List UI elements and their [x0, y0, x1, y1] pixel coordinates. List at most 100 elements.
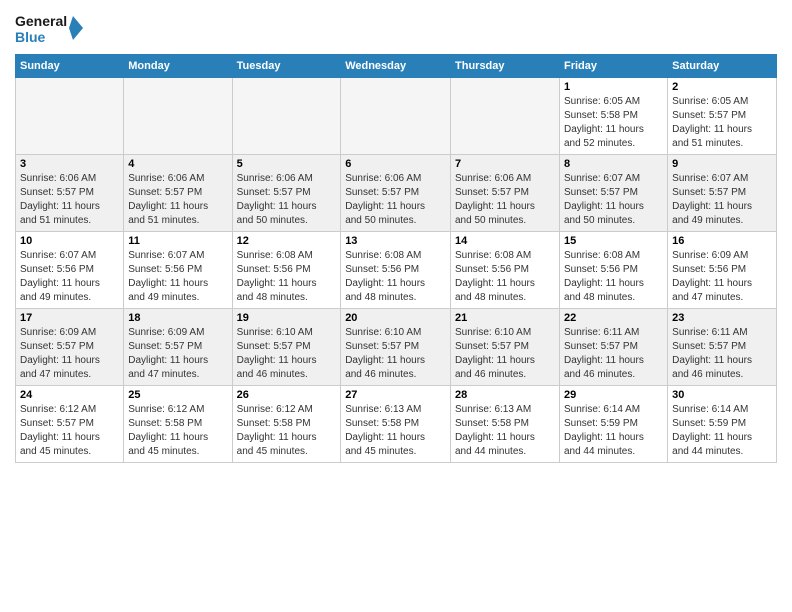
calendar-cell: 11 Sunrise: 6:07 AM Sunset: 5:56 PM Dayli…	[124, 232, 232, 309]
day-number: 17	[20, 312, 119, 324]
day-number: 25	[128, 389, 227, 401]
day-number: 26	[237, 389, 337, 401]
day-number: 7	[455, 158, 555, 170]
calendar-cell: 18Sunrise: 6:09 AM Sunset: 5:57 PM Dayli…	[124, 309, 232, 386]
calendar-week-row: 1 Sunrise: 6:05 AM Sunset: 5:58 PM Daylig…	[16, 78, 777, 155]
day-number: 15	[564, 235, 663, 247]
calendar-cell: 14 Sunrise: 6:08 AM Sunset: 5:56 PM Dayli…	[451, 232, 560, 309]
day-info: Sunrise: 6:09 AM Sunset: 5:56 PM Dayligh…	[672, 249, 772, 305]
day-info: Sunrise: 6:06 AM Sunset: 5:57 PM Dayligh…	[20, 172, 119, 228]
day-info: Sunrise: 6:05 AM Sunset: 5:58 PM Dayligh…	[564, 95, 663, 151]
day-number: 12	[237, 235, 337, 247]
day-info: Sunrise: 6:05 AM Sunset: 5:57 PM Dayligh…	[672, 95, 772, 151]
calendar-day-header: Sunday	[16, 55, 124, 78]
calendar-cell	[124, 78, 232, 155]
calendar-cell: 26 Sunrise: 6:12 AM Sunset: 5:58 PM Dayli…	[232, 386, 341, 463]
calendar-cell: 15 Sunrise: 6:08 AM Sunset: 5:56 PM Dayli…	[559, 232, 667, 309]
calendar-day-header: Thursday	[451, 55, 560, 78]
page: General Blue SundayMondayTuesdayWednesda…	[0, 0, 792, 612]
header: General Blue	[15, 10, 777, 46]
day-info: Sunrise: 6:09 AM Sunset: 5:57 PM Dayligh…	[20, 326, 119, 382]
day-info: Sunrise: 6:11 AM Sunset: 5:57 PM Dayligh…	[564, 326, 663, 382]
day-info: Sunrise: 6:14 AM Sunset: 5:59 PM Dayligh…	[564, 403, 663, 459]
day-number: 29	[564, 389, 663, 401]
day-info: Sunrise: 6:11 AM Sunset: 5:57 PM Dayligh…	[672, 326, 772, 382]
day-number: 20	[345, 312, 446, 324]
calendar-day-header: Monday	[124, 55, 232, 78]
day-number: 10	[20, 235, 119, 247]
calendar-day-header: Saturday	[668, 55, 777, 78]
day-info: Sunrise: 6:07 AM Sunset: 5:56 PM Dayligh…	[20, 249, 119, 305]
calendar-week-row: 3 Sunrise: 6:06 AM Sunset: 5:57 PM Daylig…	[16, 155, 777, 232]
day-info: Sunrise: 6:08 AM Sunset: 5:56 PM Dayligh…	[345, 249, 446, 305]
day-number: 24	[20, 389, 119, 401]
day-info: Sunrise: 6:12 AM Sunset: 5:58 PM Dayligh…	[128, 403, 227, 459]
day-info: Sunrise: 6:07 AM Sunset: 5:56 PM Dayligh…	[128, 249, 227, 305]
calendar-cell: 13 Sunrise: 6:08 AM Sunset: 5:56 PM Dayli…	[341, 232, 451, 309]
calendar-cell: 8 Sunrise: 6:07 AM Sunset: 5:57 PM Daylig…	[559, 155, 667, 232]
day-info: Sunrise: 6:08 AM Sunset: 5:56 PM Dayligh…	[455, 249, 555, 305]
day-info: Sunrise: 6:13 AM Sunset: 5:58 PM Dayligh…	[345, 403, 446, 459]
calendar-cell: 3 Sunrise: 6:06 AM Sunset: 5:57 PM Daylig…	[16, 155, 124, 232]
day-info: Sunrise: 6:10 AM Sunset: 5:57 PM Dayligh…	[455, 326, 555, 382]
day-info: Sunrise: 6:13 AM Sunset: 5:58 PM Dayligh…	[455, 403, 555, 459]
day-info: Sunrise: 6:08 AM Sunset: 5:56 PM Dayligh…	[237, 249, 337, 305]
calendar-cell: 22 Sunrise: 6:11 AM Sunset: 5:57 PM Dayli…	[559, 309, 667, 386]
logo: General Blue	[15, 10, 85, 46]
day-number: 8	[564, 158, 663, 170]
calendar-cell: 1 Sunrise: 6:05 AM Sunset: 5:58 PM Daylig…	[559, 78, 667, 155]
calendar-day-header: Wednesday	[341, 55, 451, 78]
calendar-cell: 10 Sunrise: 6:07 AM Sunset: 5:56 PM Dayli…	[16, 232, 124, 309]
day-number: 16	[672, 235, 772, 247]
calendar-cell: 21 Sunrise: 6:10 AM Sunset: 5:57 PM Dayli…	[451, 309, 560, 386]
calendar-cell: 25 Sunrise: 6:12 AM Sunset: 5:58 PM Dayli…	[124, 386, 232, 463]
day-info: Sunrise: 6:07 AM Sunset: 5:57 PM Dayligh…	[564, 172, 663, 228]
day-number: 22	[564, 312, 663, 324]
calendar-table: SundayMondayTuesdayWednesdayThursdayFrid…	[15, 54, 777, 463]
calendar-cell: 24 Sunrise: 6:12 AM Sunset: 5:57 PM Dayli…	[16, 386, 124, 463]
calendar-day-header: Tuesday	[232, 55, 341, 78]
day-number: 11	[128, 235, 227, 247]
calendar-cell: 19 Sunrise: 6:10 AM Sunset: 5:57 PM Dayli…	[232, 309, 341, 386]
calendar-cell: 5Sunrise: 6:06 AM Sunset: 5:57 PM Daylig…	[232, 155, 341, 232]
day-info: Sunrise: 6:06 AM Sunset: 5:57 PM Dayligh…	[345, 172, 446, 228]
calendar-cell: 4 Sunrise: 6:06 AM Sunset: 5:57 PM Daylig…	[124, 155, 232, 232]
calendar-cell	[341, 78, 451, 155]
day-info: Sunrise: 6:12 AM Sunset: 5:57 PM Dayligh…	[20, 403, 119, 459]
day-number: 21	[455, 312, 555, 324]
calendar-cell: 2Sunrise: 6:05 AM Sunset: 5:57 PM Daylig…	[668, 78, 777, 155]
calendar-cell: 17 Sunrise: 6:09 AM Sunset: 5:57 PM Dayli…	[16, 309, 124, 386]
day-number: 1	[564, 81, 663, 93]
calendar-cell	[232, 78, 341, 155]
day-info: Sunrise: 6:10 AM Sunset: 5:57 PM Dayligh…	[237, 326, 337, 382]
calendar-week-row: 24 Sunrise: 6:12 AM Sunset: 5:57 PM Dayli…	[16, 386, 777, 463]
calendar-header-row: SundayMondayTuesdayWednesdayThursdayFrid…	[16, 55, 777, 78]
calendar-week-row: 10 Sunrise: 6:07 AM Sunset: 5:56 PM Dayli…	[16, 232, 777, 309]
day-info: Sunrise: 6:06 AM Sunset: 5:57 PM Dayligh…	[128, 172, 227, 228]
day-info: Sunrise: 6:14 AM Sunset: 5:59 PM Dayligh…	[672, 403, 772, 459]
day-info: Sunrise: 6:10 AM Sunset: 5:57 PM Dayligh…	[345, 326, 446, 382]
day-number: 28	[455, 389, 555, 401]
day-info: Sunrise: 6:09 AM Sunset: 5:57 PM Dayligh…	[128, 326, 227, 382]
calendar-cell: 28 Sunrise: 6:13 AM Sunset: 5:58 PM Dayli…	[451, 386, 560, 463]
day-info: Sunrise: 6:07 AM Sunset: 5:57 PM Dayligh…	[672, 172, 772, 228]
calendar-cell: 7Sunrise: 6:06 AM Sunset: 5:57 PM Daylig…	[451, 155, 560, 232]
day-info: Sunrise: 6:08 AM Sunset: 5:56 PM Dayligh…	[564, 249, 663, 305]
calendar-cell: 20 Sunrise: 6:10 AM Sunset: 5:57 PM Dayli…	[341, 309, 451, 386]
day-number: 13	[345, 235, 446, 247]
logo-svg: General Blue	[15, 10, 85, 46]
day-number: 23	[672, 312, 772, 324]
calendar-cell: 9 Sunrise: 6:07 AM Sunset: 5:57 PM Daylig…	[668, 155, 777, 232]
day-number: 4	[128, 158, 227, 170]
calendar-cell: 12 Sunrise: 6:08 AM Sunset: 5:56 PM Dayli…	[232, 232, 341, 309]
day-number: 30	[672, 389, 772, 401]
day-number: 3	[20, 158, 119, 170]
svg-text:General: General	[15, 13, 67, 29]
day-number: 19	[237, 312, 337, 324]
calendar-cell: 23 Sunrise: 6:11 AM Sunset: 5:57 PM Dayli…	[668, 309, 777, 386]
calendar-cell: 16 Sunrise: 6:09 AM Sunset: 5:56 PM Dayli…	[668, 232, 777, 309]
calendar-cell: 27Sunrise: 6:13 AM Sunset: 5:58 PM Dayli…	[341, 386, 451, 463]
day-number: 9	[672, 158, 772, 170]
day-info: Sunrise: 6:12 AM Sunset: 5:58 PM Dayligh…	[237, 403, 337, 459]
day-number: 14	[455, 235, 555, 247]
